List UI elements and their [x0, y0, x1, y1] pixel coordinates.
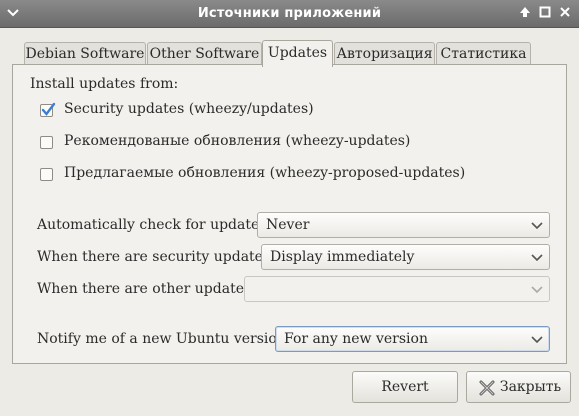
close-label: Закрыть [499, 379, 562, 395]
other-updates-label: When there are other updates: [37, 281, 256, 297]
security-updates-combo[interactable]: Display immediately [261, 244, 550, 270]
chevron-down-icon [531, 254, 543, 262]
proposed-updates-checkbox[interactable] [40, 168, 53, 181]
checkmark-icon [41, 102, 56, 116]
security-updates-action-label: When there are security updates: [37, 249, 275, 265]
auto-check-label: Automatically check for updates: [37, 217, 272, 233]
auto-check-value: Never [266, 217, 310, 233]
tab-other-software[interactable]: Other Software [147, 42, 262, 65]
tab-statistics[interactable]: Статистика [436, 42, 531, 65]
chevron-down-icon [531, 222, 543, 230]
tab-debian-software[interactable]: Debian Software [24, 42, 146, 65]
window-close-icon[interactable] [558, 6, 572, 20]
notify-value: For any new version [284, 331, 428, 347]
close-button[interactable]: Закрыть [466, 371, 571, 403]
chevron-down-icon [531, 336, 543, 344]
revert-button[interactable]: Revert [352, 371, 458, 403]
recommended-updates-checkbox[interactable] [40, 136, 53, 149]
auto-check-combo[interactable]: Never [257, 212, 550, 238]
chevron-down-icon [531, 286, 543, 294]
title-bar: Источники приложений [0, 0, 579, 28]
notify-combo[interactable]: For any new version [275, 326, 550, 352]
security-updates-value: Display immediately [270, 249, 415, 265]
maximize-icon[interactable] [538, 6, 552, 20]
window-title: Источники приложений [197, 6, 382, 21]
proposed-updates-label: Предлагаемые обновления (wheezy-proposed… [64, 165, 466, 181]
tab-authentication[interactable]: Авторизация [334, 42, 435, 65]
revert-label: Revert [381, 379, 429, 395]
security-updates-checkbox[interactable] [40, 102, 56, 117]
recommended-updates-label: Рекомендованые обновления (wheezy-update… [64, 133, 411, 149]
tab-updates[interactable]: Updates [262, 40, 333, 67]
security-updates-label: Security updates (wheezy/updates) [64, 101, 314, 117]
notify-label: Notify me of a new Ubuntu version: [37, 331, 291, 347]
keep-above-icon[interactable] [518, 6, 532, 20]
install-updates-label: Install updates from: [30, 76, 179, 92]
other-updates-combo[interactable] [244, 276, 550, 302]
